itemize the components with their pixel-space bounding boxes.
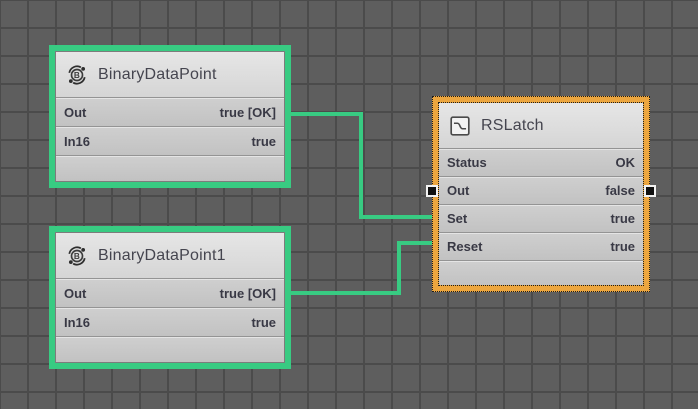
pin-row-status[interactable]: Status OK [439, 148, 643, 176]
pin-label: Out [64, 105, 86, 120]
node-rslatch-header[interactable]: RSLatch [439, 103, 643, 148]
svg-text:B: B [74, 251, 80, 260]
pin-label: Out [447, 183, 469, 198]
pin-value: true [OK] [220, 286, 276, 301]
pin-row-out[interactable]: Out true [OK] [56, 278, 284, 307]
pin-label: Reset [447, 239, 482, 254]
pin-row-in16[interactable]: In16 true [56, 307, 284, 336]
latch-icon [449, 115, 471, 137]
pin-row-set[interactable]: Set true [439, 204, 643, 232]
wiresheet-canvas[interactable]: B BinaryDataPoint Out true [OK] In16 tru… [0, 0, 698, 409]
selection-handle-left[interactable] [426, 185, 438, 197]
pin-row-empty [56, 336, 284, 362]
pin-row-empty [439, 260, 643, 285]
node-binarydatapoint1[interactable]: B BinaryDataPoint1 Out true [OK] In16 tr… [49, 226, 291, 369]
node-binarydatapoint-header[interactable]: B BinaryDataPoint [56, 52, 284, 97]
node-binarydatapoint[interactable]: B BinaryDataPoint Out true [OK] In16 tru… [49, 45, 291, 188]
node-title: RSLatch [481, 117, 544, 135]
binary-point-icon: B [66, 64, 88, 86]
binary-point-icon: B [66, 245, 88, 267]
pin-label: Set [447, 211, 467, 226]
pin-value: true [OK] [220, 105, 276, 120]
pin-value: true [251, 315, 276, 330]
pin-row-in16[interactable]: In16 true [56, 126, 284, 155]
selection-handle-right[interactable] [644, 185, 656, 197]
pin-row-empty [56, 155, 284, 181]
wire-binarydatapoint-out-to-rslatch-set[interactable] [291, 114, 433, 217]
pin-value: true [610, 211, 635, 226]
pin-label: Status [447, 155, 487, 170]
svg-text:B: B [74, 70, 80, 79]
node-binarydatapoint1-header[interactable]: B BinaryDataPoint1 [56, 233, 284, 278]
pin-row-out[interactable]: Out true [OK] [56, 97, 284, 126]
node-title: BinaryDataPoint [98, 66, 217, 84]
wire-binarydatapoint1-out-to-rslatch-reset[interactable] [291, 243, 433, 293]
pin-row-reset[interactable]: Reset true [439, 232, 643, 260]
pin-label: In16 [64, 134, 90, 149]
pin-label: Out [64, 286, 86, 301]
pin-value: false [605, 183, 635, 198]
pin-value: true [251, 134, 276, 149]
pin-value: true [610, 239, 635, 254]
node-title: BinaryDataPoint1 [98, 247, 226, 265]
pin-value: OK [616, 155, 636, 170]
pin-row-out[interactable]: Out false [439, 176, 643, 204]
node-rslatch[interactable]: RSLatch Status OK Out false Set true Res… [432, 96, 650, 292]
pin-label: In16 [64, 315, 90, 330]
